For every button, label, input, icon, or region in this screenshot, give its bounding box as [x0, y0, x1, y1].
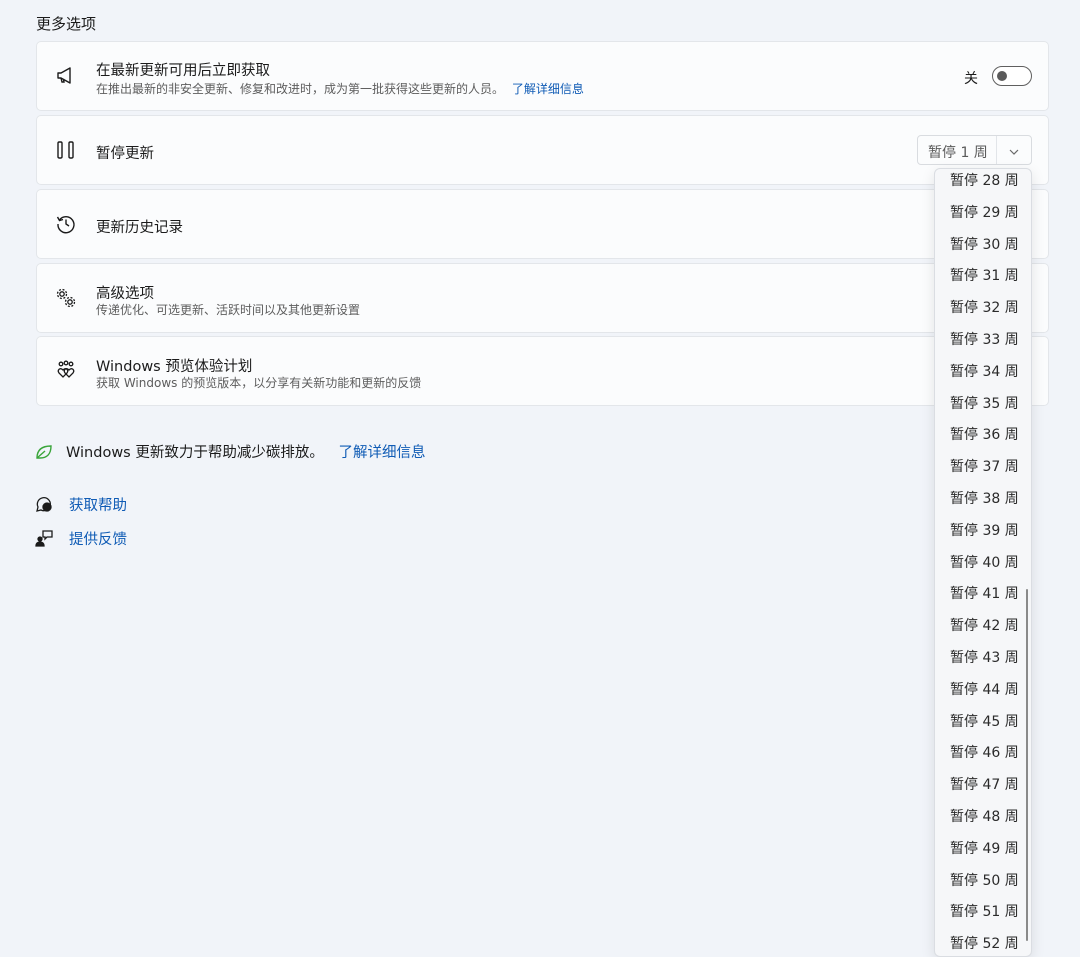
- pause-icon: [55, 139, 77, 161]
- dropdown-option[interactable]: 暂停 31 周: [950, 265, 1019, 285]
- select-divider: [996, 136, 997, 164]
- dropdown-option[interactable]: 暂停 30 周: [950, 234, 1019, 254]
- dropdown-option[interactable]: 暂停 34 周: [950, 361, 1019, 381]
- dropdown-option[interactable]: 暂停 28 周: [950, 170, 1019, 190]
- section-title: 更多选项: [36, 15, 97, 33]
- card-title: 更新历史记录: [96, 220, 183, 236]
- dropdown-option[interactable]: 暂停 50 周: [950, 870, 1019, 890]
- dropdown-option[interactable]: 暂停 36 周: [950, 424, 1019, 444]
- dropdown-option[interactable]: 暂停 47 周: [950, 774, 1019, 794]
- help-chat-icon: [35, 495, 53, 513]
- dropdown-option[interactable]: 暂停 44 周: [950, 679, 1019, 699]
- get-help-label[interactable]: 获取帮助: [69, 494, 127, 515]
- insider-hearts-icon: [55, 360, 77, 382]
- give-feedback-label[interactable]: 提供反馈: [69, 528, 127, 549]
- dropdown-option[interactable]: 暂停 32 周: [950, 297, 1019, 317]
- windows-insider-card[interactable]: Windows 预览体验计划 获取 Windows 的预览版本，以分享有关新功能…: [36, 336, 1049, 406]
- dropdown-option[interactable]: 暂停 39 周: [950, 520, 1019, 540]
- dropdown-option[interactable]: 暂停 29 周: [950, 202, 1019, 222]
- chevron-down-icon[interactable]: [1008, 145, 1020, 155]
- card-title: 在最新更新可用后立即获取: [96, 63, 270, 79]
- carbon-statement: Windows 更新致力于帮助减少碳排放。: [66, 445, 324, 461]
- card-title: 暂停更新: [96, 146, 154, 162]
- carbon-text: Windows 更新致力于帮助减少碳排放。 了解详细信息: [66, 441, 425, 462]
- dropdown-option[interactable]: 暂停 35 周: [950, 393, 1019, 413]
- dropdown-option[interactable]: 暂停 42 周: [950, 615, 1019, 635]
- pause-duration-dropdown[interactable]: 暂停 28 周暂停 29 周暂停 30 周暂停 31 周暂停 32 周暂停 33…: [934, 168, 1032, 957]
- description-text: 在推出最新的非安全更新、修复和改进时，成为第一批获得这些更新的人员。: [96, 82, 505, 96]
- dropdown-option[interactable]: 暂停 43 周: [950, 647, 1019, 667]
- leaf-icon: [35, 443, 53, 461]
- dropdown-option[interactable]: 暂停 41 周: [950, 583, 1019, 603]
- dropdown-option[interactable]: 暂停 48 周: [950, 806, 1019, 826]
- megaphone-icon: [55, 65, 77, 87]
- dropdown-option[interactable]: 暂停 40 周: [950, 552, 1019, 572]
- dropdown-option[interactable]: 暂停 49 周: [950, 838, 1019, 858]
- select-value: 暂停 1 周: [928, 145, 988, 161]
- toggle-knob: [997, 71, 1007, 81]
- feedback-icon: [35, 529, 53, 547]
- card-description: 传递优化、可选更新、活跃时间以及其他更新设置: [96, 303, 361, 317]
- history-icon: [55, 213, 77, 235]
- gears-icon: [55, 287, 77, 309]
- get-latest-updates-card[interactable]: 在最新更新可用后立即获取 在推出最新的非安全更新、修复和改进时，成为第一批获得这…: [36, 41, 1049, 111]
- advanced-options-card[interactable]: 高级选项 传递优化、可选更新、活跃时间以及其他更新设置: [36, 263, 1049, 333]
- card-title: 高级选项: [96, 286, 154, 302]
- learn-more-link[interactable]: 了解详细信息: [512, 82, 584, 96]
- update-history-card[interactable]: 更新历史记录: [36, 189, 1049, 259]
- pause-duration-select[interactable]: 暂停 1 周: [917, 135, 1032, 165]
- dropdown-option[interactable]: 暂停 38 周: [950, 488, 1019, 508]
- toggle-state-label: 关: [964, 71, 978, 87]
- dropdown-option[interactable]: 暂停 46 周: [950, 742, 1019, 762]
- dropdown-option[interactable]: 暂停 51 周: [950, 901, 1019, 921]
- carbon-learn-more-link[interactable]: 了解详细信息: [338, 445, 425, 461]
- latest-updates-toggle[interactable]: [992, 66, 1032, 86]
- dropdown-option[interactable]: 暂停 33 周: [950, 329, 1019, 349]
- card-title: Windows 预览体验计划: [96, 359, 253, 375]
- card-description: 在推出最新的非安全更新、修复和改进时，成为第一批获得这些更新的人员。 了解详细信…: [96, 80, 584, 97]
- dropdown-option[interactable]: 暂停 45 周: [950, 711, 1019, 731]
- dropdown-option[interactable]: 暂停 52 周: [950, 933, 1019, 953]
- card-description: 获取 Windows 的预览版本，以分享有关新功能和更新的反馈: [96, 376, 422, 390]
- pause-updates-card: 暂停更新 暂停 1 周: [36, 115, 1049, 185]
- dropdown-scrollbar[interactable]: [1026, 589, 1028, 941]
- dropdown-option[interactable]: 暂停 37 周: [950, 456, 1019, 476]
